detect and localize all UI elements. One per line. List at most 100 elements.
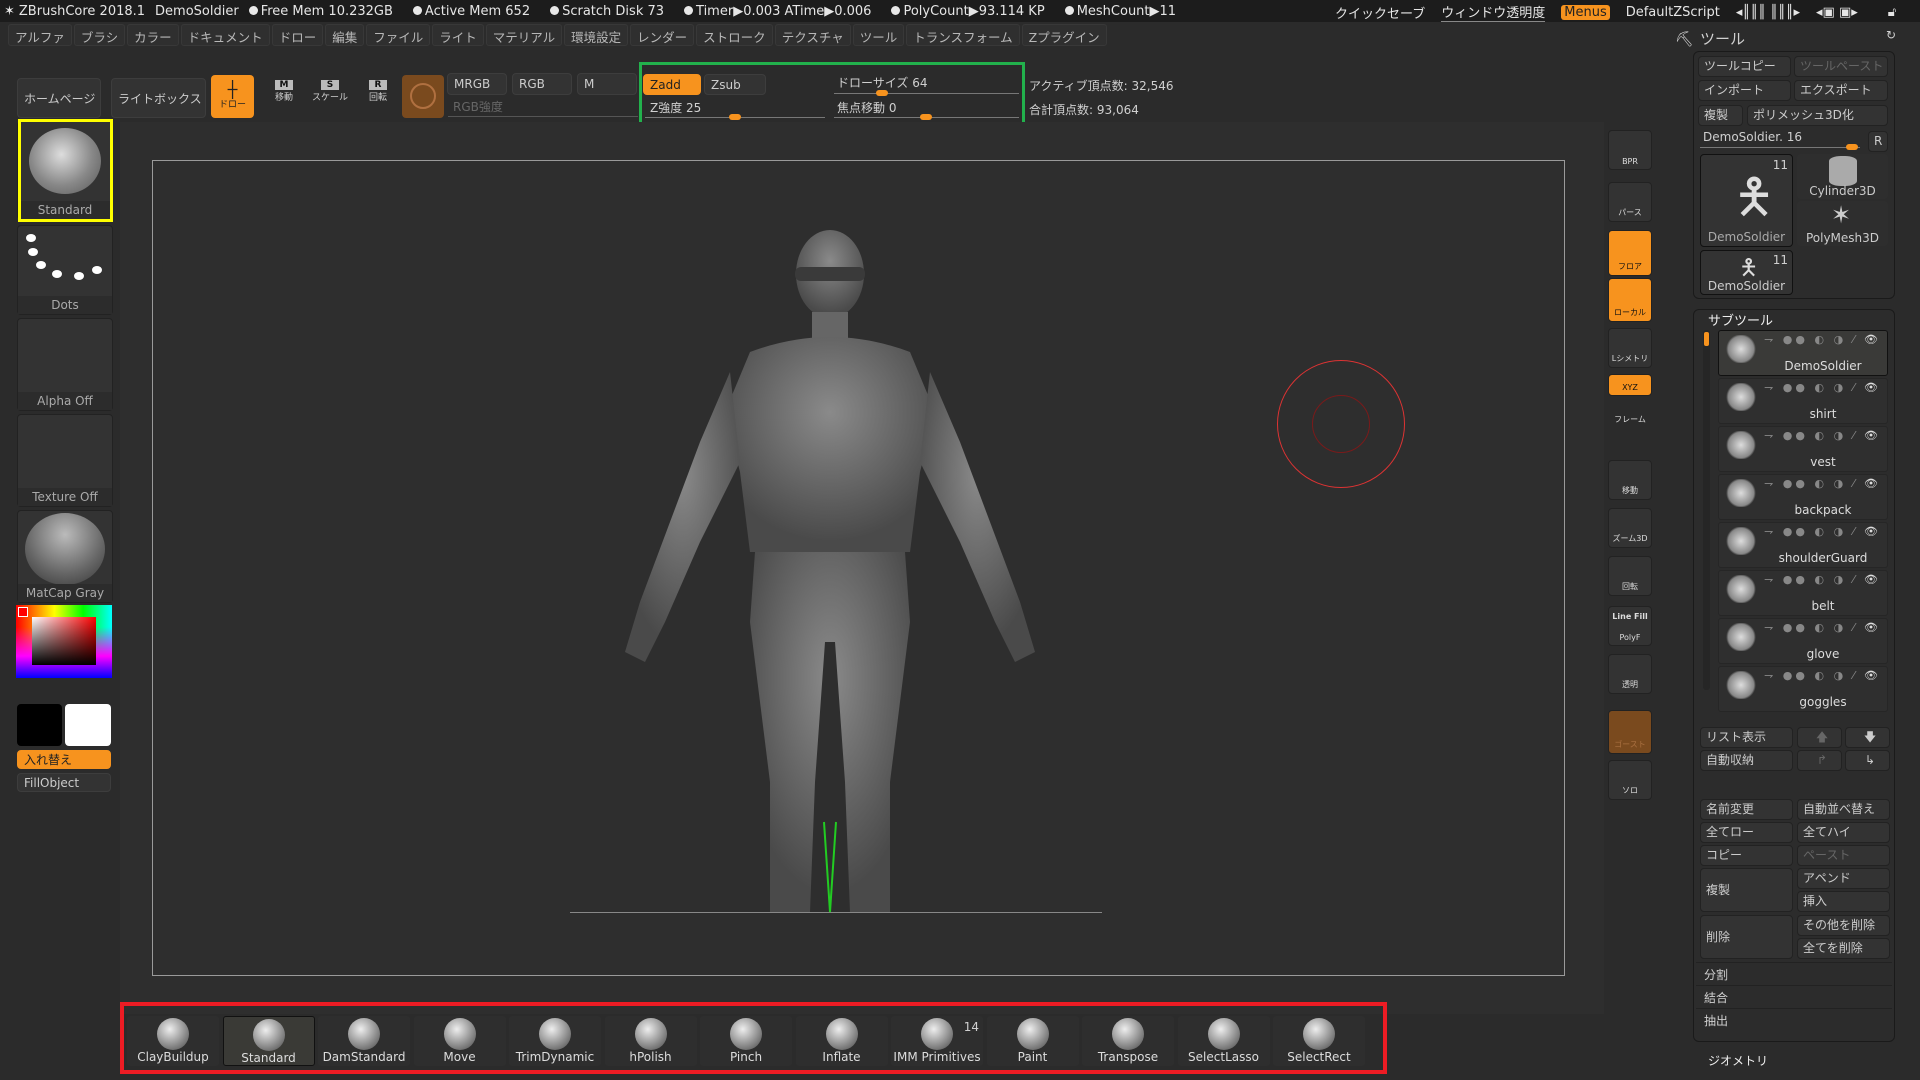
- subtool-item[interactable]: ⇁ ●● ◐ ◑ ⁄ 👁︎ glove: [1718, 618, 1888, 664]
- menu-11[interactable]: ストローク: [696, 24, 773, 46]
- auto-collapse-button[interactable]: 自動収納: [1700, 750, 1793, 771]
- subtool-item[interactable]: ⇁ ●● ◐ ◑ ⁄ 👁︎ DemoSoldier: [1718, 330, 1888, 376]
- visibility-eye-icon[interactable]: 👁︎: [1864, 525, 1881, 538]
- tool-slider[interactable]: [1700, 144, 1860, 150]
- arrow-down-right-icon[interactable]: ↳: [1845, 750, 1890, 771]
- mrgb-button[interactable]: MRGB: [447, 73, 507, 95]
- brush-imm-primitives[interactable]: IMM Primitives 14: [891, 1016, 983, 1066]
- rgb-button[interactable]: RGB: [512, 73, 572, 95]
- visibility-eye-icon[interactable]: 👁︎: [1864, 573, 1881, 586]
- delete-button[interactable]: 削除: [1700, 915, 1793, 959]
- subtool-item[interactable]: ⇁ ●● ◐ ◑ ⁄ 👁︎ shirt: [1718, 378, 1888, 424]
- import-button[interactable]: インポート: [1698, 80, 1791, 101]
- paste-button[interactable]: ペースト: [1797, 845, 1890, 866]
- brush-hpolish[interactable]: hPolish: [604, 1016, 697, 1066]
- subtool-controls[interactable]: ⇁ ●● ◐ ◑ ⁄ 👁︎: [1764, 333, 1881, 346]
- tool-copy-button[interactable]: ツールコピー: [1698, 56, 1791, 77]
- make-polymesh-button[interactable]: ポリメッシュ3D化: [1747, 105, 1888, 126]
- zsub-button[interactable]: Zsub: [704, 74, 766, 95]
- swap-color-button[interactable]: 入れ替え: [17, 750, 111, 769]
- insert-button[interactable]: 挿入: [1797, 891, 1890, 912]
- menu-15[interactable]: Zプラグイン: [1021, 24, 1107, 46]
- stroke-thumbnail[interactable]: Dots: [17, 225, 113, 315]
- secondary-color-swatch[interactable]: [65, 704, 111, 746]
- rgb-intensity-slider[interactable]: [448, 116, 638, 117]
- subtool-item[interactable]: ⇁ ●● ◐ ◑ ⁄ 👁︎ backpack: [1718, 474, 1888, 520]
- subtool-item[interactable]: ⇁ ●● ◐ ◑ ⁄ 👁︎ shoulderGuard: [1718, 522, 1888, 568]
- auto-reorder-button[interactable]: 自動並べ替え: [1797, 799, 1890, 820]
- tool-item-polymesh3d[interactable]: ✶ PolyMesh3D: [1797, 201, 1888, 246]
- main-color-swatch[interactable]: [17, 704, 62, 746]
- brush-selectlasso[interactable]: SelectLasso: [1177, 1016, 1270, 1066]
- rightbar-12-button[interactable]: ゴースト: [1608, 710, 1652, 754]
- menu-1[interactable]: ブラシ: [73, 24, 126, 46]
- rightbar-7-button[interactable]: 移動: [1608, 460, 1652, 500]
- tool-item-demosoldier[interactable]: 11 🯅 DemoSoldier: [1700, 154, 1793, 247]
- material-sphere-button[interactable]: [402, 75, 444, 118]
- rightbar-4-button[interactable]: Lシメトリ: [1608, 328, 1652, 368]
- draw-mode-button[interactable]: ┼ ドロー: [211, 75, 254, 118]
- subtool-controls[interactable]: ⇁ ●● ◐ ◑ ⁄ 👁︎: [1764, 525, 1881, 538]
- color-square[interactable]: [32, 617, 96, 665]
- brush-pinch[interactable]: Pinch: [700, 1016, 792, 1066]
- rightbar-13-button[interactable]: ソロ: [1608, 760, 1652, 800]
- subtool-scroll-thumb[interactable]: [1704, 332, 1709, 346]
- menu-2[interactable]: カラー: [127, 24, 179, 46]
- brush-trimdynamic[interactable]: TrimDynamic: [509, 1016, 601, 1066]
- rightbar-8-button[interactable]: ズーム3D: [1608, 508, 1652, 548]
- move-mode-button[interactable]: M 移動: [264, 80, 304, 103]
- visibility-eye-icon[interactable]: 👁︎: [1864, 621, 1881, 634]
- rightbar-11-button[interactable]: 透明: [1608, 654, 1652, 694]
- menu-3[interactable]: ドキュメント: [180, 24, 270, 46]
- r-button[interactable]: R: [1868, 131, 1888, 152]
- rightbar-6-button[interactable]: フレーム: [1608, 412, 1652, 428]
- focal-shift-slider[interactable]: [834, 114, 1019, 120]
- rightbar-9-button[interactable]: 回転: [1608, 556, 1652, 596]
- brush-standard[interactable]: Standard: [222, 1016, 315, 1066]
- rename-button[interactable]: 名前変更: [1700, 799, 1793, 820]
- zadd-button[interactable]: Zadd: [643, 74, 701, 95]
- menus-button[interactable]: Menus: [1561, 4, 1610, 20]
- brush-transpose[interactable]: Transpose: [1082, 1016, 1174, 1066]
- palette-icon[interactable]: ◂▣ ▣▸: [1816, 5, 1858, 20]
- brush-move[interactable]: Move: [413, 1016, 506, 1066]
- focal-shift-knob[interactable]: [920, 114, 932, 120]
- tool-item-demosoldier-2[interactable]: 11 🯅 DemoSoldier: [1700, 250, 1793, 295]
- menu-4[interactable]: ドロー: [271, 24, 324, 46]
- rightbar-0-button[interactable]: BPR: [1608, 130, 1652, 170]
- all-low-button[interactable]: 全てロー: [1700, 822, 1793, 843]
- list-all-button[interactable]: リスト表示: [1700, 727, 1793, 748]
- move-up-icon[interactable]: 🡅: [1797, 727, 1842, 748]
- append-button[interactable]: アペンド: [1797, 868, 1890, 889]
- visibility-eye-icon[interactable]: 👁︎: [1864, 333, 1881, 346]
- fill-object-button[interactable]: FillObject: [17, 773, 111, 792]
- scale-mode-button[interactable]: S スケール: [310, 80, 350, 103]
- brush-selectrect[interactable]: SelectRect: [1273, 1016, 1365, 1066]
- merge-section[interactable]: 結合: [1696, 985, 1892, 1007]
- rightbar-1-button[interactable]: パース: [1608, 182, 1652, 222]
- move-down-icon[interactable]: 🡇: [1845, 727, 1890, 748]
- subtool-item[interactable]: ⇁ ●● ◐ ◑ ⁄ 👁︎ belt: [1718, 570, 1888, 616]
- subtool-item[interactable]: ⇁ ●● ◐ ◑ ⁄ 👁︎ goggles: [1718, 666, 1888, 712]
- subtool-controls[interactable]: ⇁ ●● ◐ ◑ ⁄ 👁︎: [1764, 429, 1881, 442]
- alpha-thumbnail[interactable]: Alpha Off: [17, 318, 113, 411]
- rightbar-5-button[interactable]: XYZ: [1608, 374, 1652, 396]
- menu-6[interactable]: ファイル: [366, 24, 431, 46]
- layout-arrows-icon[interactable]: ◂║║║ ║║║▸: [1736, 5, 1800, 20]
- copy-button[interactable]: コピー: [1700, 845, 1793, 866]
- window-transparency-slider[interactable]: ウィンドウ透明度: [1441, 2, 1546, 22]
- menu-10[interactable]: レンダー: [630, 24, 695, 46]
- subtool-scrollbar[interactable]: [1703, 330, 1710, 690]
- texture-thumbnail[interactable]: Texture Off: [17, 414, 113, 507]
- tool-palette-title[interactable]: ⛏︎ ツール: [1675, 28, 1745, 49]
- split-section[interactable]: 分割: [1696, 962, 1892, 984]
- brush-claybuildup[interactable]: ClayBuildup: [127, 1016, 219, 1066]
- menu-8[interactable]: マテリアル: [485, 24, 563, 46]
- menu-7[interactable]: ライト: [432, 24, 484, 46]
- arrow-turn-icon[interactable]: ↱: [1797, 750, 1842, 771]
- visibility-eye-icon[interactable]: 👁︎: [1864, 381, 1881, 394]
- menu-5[interactable]: 編集: [325, 24, 365, 46]
- tool-slider-knob[interactable]: [1846, 144, 1858, 150]
- subtool-controls[interactable]: ⇁ ●● ◐ ◑ ⁄ 👁︎: [1764, 381, 1881, 394]
- rightbar-3-button[interactable]: ローカル: [1608, 278, 1652, 322]
